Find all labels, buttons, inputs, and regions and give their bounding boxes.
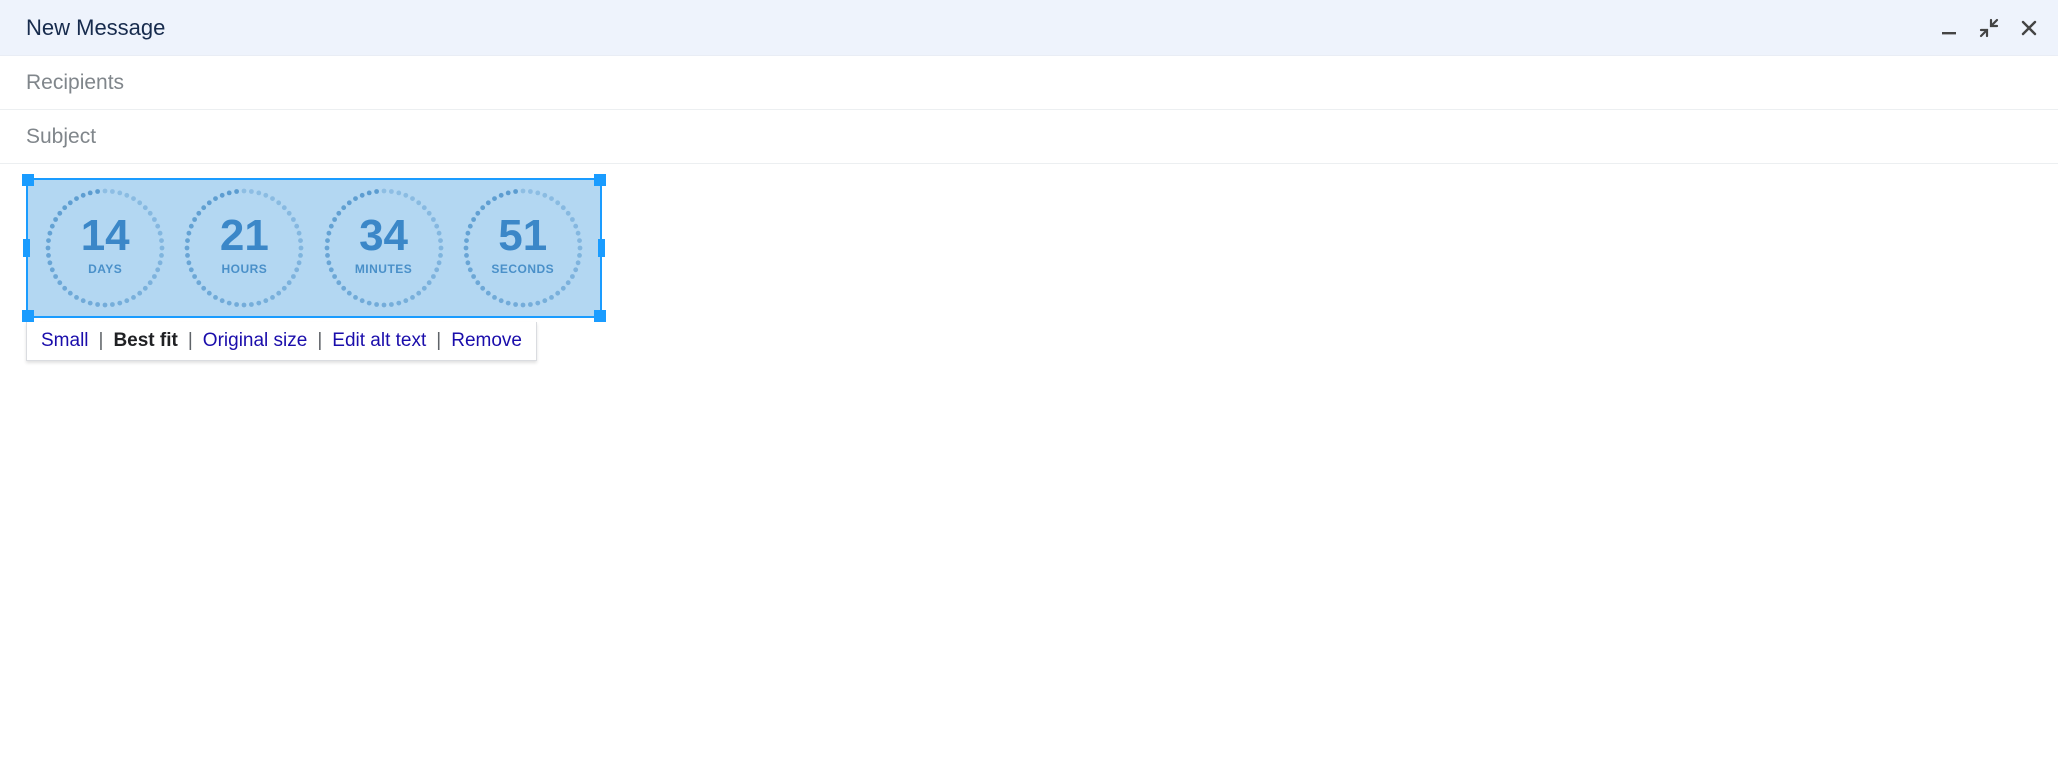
image-remove[interactable]: Remove [451,330,522,352]
compose-header: New Message [0,0,2058,56]
recipients-input[interactable] [26,71,2032,95]
countdown-hours: 21 HOURS [180,184,308,312]
separator: | [436,330,441,352]
minimize-icon[interactable] [1938,17,1960,39]
image-edit-alt-text[interactable]: Edit alt text [332,330,426,352]
close-icon[interactable] [2018,17,2040,39]
exit-fullscreen-icon[interactable] [1978,17,2000,39]
separator: | [317,330,322,352]
window-controls [1938,17,2040,39]
image-size-original[interactable]: Original size [203,330,308,352]
image-size-small[interactable]: Small [41,330,89,352]
countdown-timer: 14 DAYS 21 HOURS 34 MINUTES 51 SECONDS [28,180,600,316]
subject-row [0,110,2058,164]
selected-image[interactable]: 14 DAYS 21 HOURS 34 MINUTES 51 SECONDS [26,178,602,318]
countdown-days: 14 DAYS [41,184,169,312]
compose-body[interactable]: 14 DAYS 21 HOURS 34 MINUTES 51 SECONDS S… [0,164,2058,375]
countdown-minutes: 34 MINUTES [320,184,448,312]
recipients-row [0,56,2058,110]
separator: | [99,330,104,352]
image-size-best-fit[interactable]: Best fit [113,330,177,352]
image-options-toolbar: Small | Best fit | Original size | Edit … [26,322,537,361]
separator: | [188,330,193,352]
compose-title: New Message [26,15,165,41]
subject-input[interactable] [26,125,2032,149]
countdown-seconds: 51 SECONDS [459,184,587,312]
